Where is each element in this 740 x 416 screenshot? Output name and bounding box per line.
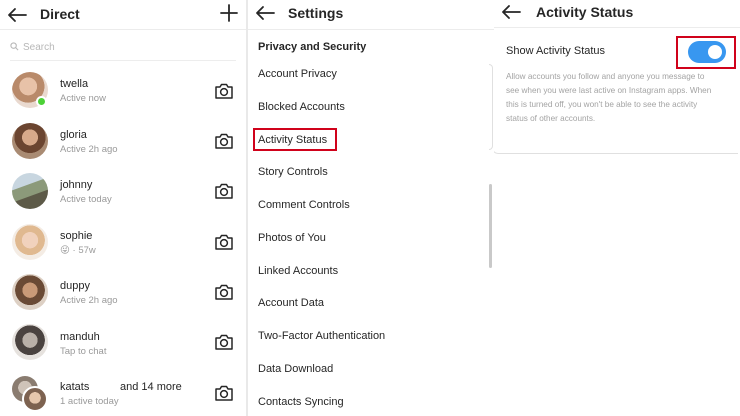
settings-item-data-download[interactable]: Data Download	[258, 363, 333, 375]
back-arrow-icon[interactable]	[6, 4, 28, 26]
activity-status-panel: Activity Status Show Activity Status All…	[494, 0, 740, 416]
direct-header: Direct	[0, 0, 246, 30]
conversation-name: twella	[60, 78, 89, 90]
avatar	[12, 173, 48, 209]
avatar	[12, 274, 48, 310]
avatar	[12, 123, 48, 159]
avatar	[22, 386, 48, 412]
settings-item-account-privacy[interactable]: Account Privacy	[258, 68, 337, 80]
scrollbar[interactable]	[489, 184, 492, 268]
activity-status-description: Allow accounts you follow and anyone you…	[506, 72, 712, 123]
conversation-name: gloria	[60, 129, 87, 141]
conversation-name: katats	[60, 381, 90, 393]
show-activity-status-label: Show Activity Status	[506, 45, 606, 57]
conversation-row[interactable]: katats and 14 more 1 active today	[0, 368, 246, 416]
conversation-status: Active 2h ago	[60, 144, 118, 155]
settings-item-photos-of-you[interactable]: Photos of You	[258, 232, 326, 244]
avatar	[12, 324, 48, 360]
camera-icon[interactable]	[214, 333, 234, 351]
conversation-status: Active now	[60, 93, 106, 104]
camera-icon[interactable]	[214, 233, 234, 251]
camera-icon[interactable]	[214, 384, 234, 402]
conversation-row[interactable]: manduh Tap to chat	[0, 318, 246, 368]
camera-icon[interactable]	[214, 82, 234, 100]
conversation-status: Active 2h ago	[60, 295, 118, 306]
settings-item-blocked-accounts[interactable]: Blocked Accounts	[258, 101, 345, 113]
conversation-name: sophie	[60, 230, 93, 242]
online-indicator	[36, 96, 47, 107]
conversation-extra-members: and 14 more	[120, 381, 182, 393]
section-heading: Privacy and Security	[258, 41, 367, 53]
conversation-row[interactable]: johnny Active today	[0, 166, 246, 216]
search-input[interactable]: Search	[10, 38, 236, 56]
avatar	[12, 224, 48, 260]
conversation-row[interactable]: duppy Active 2h ago	[0, 268, 246, 318]
toggle-highlight	[676, 36, 736, 69]
settings-item-story-controls[interactable]: Story Controls	[258, 166, 328, 178]
conversation-status: Tap to chat	[60, 346, 107, 357]
camera-icon[interactable]	[214, 182, 234, 200]
conversation-status: 1 active today	[60, 396, 119, 407]
activity-status-highlight	[253, 128, 337, 151]
settings-title: Settings	[288, 5, 344, 21]
camera-icon[interactable]	[214, 132, 234, 150]
back-arrow-icon[interactable]	[254, 2, 276, 24]
back-arrow-icon[interactable]	[500, 1, 522, 23]
settings-item-linked-accounts[interactable]: Linked Accounts	[258, 265, 338, 277]
settings-item-two-factor[interactable]: Two-Factor Authentication	[258, 330, 385, 342]
conversation-status: Active today	[60, 194, 112, 205]
activity-header: Activity Status	[494, 0, 740, 28]
search-underline	[10, 60, 236, 61]
camera-icon[interactable]	[214, 283, 234, 301]
conversation-row[interactable]: sophie 😜 · 57w	[0, 218, 246, 268]
conversation-name: manduh	[60, 331, 100, 343]
settings-item-contacts-syncing[interactable]: Contacts Syncing	[258, 396, 344, 408]
conversation-row[interactable]: twella Active now	[0, 64, 246, 114]
activity-title: Activity Status	[536, 4, 634, 20]
conversation-name: johnny	[60, 179, 93, 191]
settings-item-comment-controls[interactable]: Comment Controls	[258, 199, 350, 211]
direct-title: Direct	[40, 6, 80, 22]
settings-header: Settings	[248, 0, 494, 30]
card-edge	[489, 64, 493, 150]
conversation-name: duppy	[60, 280, 90, 292]
search-placeholder: Search	[23, 41, 55, 53]
settings-item-account-data[interactable]: Account Data	[258, 297, 324, 309]
conversation-status: 😜 · 57w	[60, 245, 96, 256]
conversation-row[interactable]: gloria Active 2h ago	[0, 115, 246, 165]
search-icon	[10, 38, 19, 56]
new-message-plus-icon[interactable]	[218, 2, 240, 24]
direct-panel: Direct Search twella Active now gloria A…	[0, 0, 246, 416]
settings-panel: Settings Privacy and Security Account Pr…	[248, 0, 494, 416]
